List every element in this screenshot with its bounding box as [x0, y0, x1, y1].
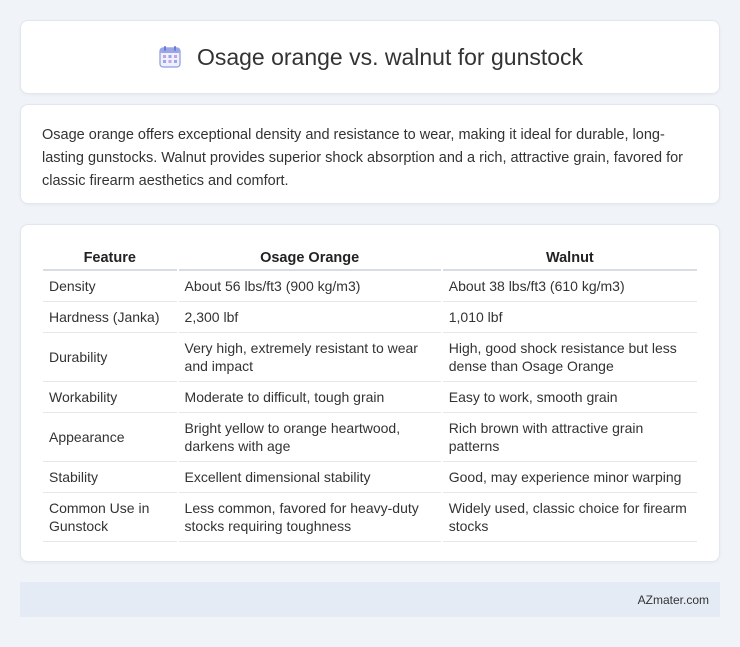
calendar-icon	[157, 44, 183, 70]
header-walnut: Walnut	[442, 244, 697, 271]
cell-osage: Less common, favored for heavy-duty stoc…	[178, 493, 441, 542]
cell-feature: Common Use in Gunstock	[43, 493, 177, 542]
table-row: Hardness (Janka) 2,300 lbf 1,010 lbf	[43, 302, 697, 333]
cell-osage: Moderate to difficult, tough grain	[178, 382, 441, 413]
cell-osage: Very high, extremely resistant to wear a…	[178, 333, 441, 382]
table-row: Common Use in Gunstock Less common, favo…	[43, 493, 697, 542]
page-title: Osage orange vs. walnut for gunstock	[196, 43, 584, 70]
cell-osage: Bright yellow to orange heartwood, darke…	[178, 413, 441, 462]
table-row: Stability Excellent dimensional stabilit…	[43, 462, 697, 493]
summary-card: Osage orange offers exceptional density …	[20, 104, 720, 204]
cell-walnut: Good, may experience minor warping	[442, 462, 697, 493]
table-row: Density About 56 lbs/ft3 (900 kg/m3) Abo…	[43, 271, 697, 302]
cell-osage: About 56 lbs/ft3 (900 kg/m3)	[178, 271, 441, 302]
footer: AZmater.com	[20, 582, 720, 617]
cell-walnut: 1,010 lbf	[442, 302, 697, 333]
title-card: Osage orange vs. walnut for gunstock	[20, 20, 720, 94]
cell-walnut: High, good shock resistance but less den…	[442, 333, 697, 382]
cell-feature: Density	[43, 271, 177, 302]
header-feature: Feature	[43, 244, 177, 271]
cell-feature: Durability	[43, 333, 177, 382]
cell-walnut: Rich brown with attractive grain pattern…	[442, 413, 697, 462]
cell-feature: Stability	[43, 462, 177, 493]
cell-osage: Excellent dimensional stability	[178, 462, 441, 493]
cell-walnut: About 38 lbs/ft3 (610 kg/m3)	[442, 271, 697, 302]
comparison-table-card: Feature Osage Orange Walnut Density Abou…	[20, 224, 720, 562]
table-row: Appearance Bright yellow to orange heart…	[43, 413, 697, 462]
cell-walnut: Widely used, classic choice for firearm …	[442, 493, 697, 542]
cell-feature: Workability	[43, 382, 177, 413]
cell-feature: Appearance	[43, 413, 177, 462]
table-row: Workability Moderate to difficult, tough…	[43, 382, 697, 413]
cell-osage: 2,300 lbf	[178, 302, 441, 333]
header-osage-orange: Osage Orange	[178, 244, 441, 271]
cell-feature: Hardness (Janka)	[43, 302, 177, 333]
footer-brand[interactable]: AZmater.com	[638, 593, 709, 607]
table-header-row: Feature Osage Orange Walnut	[43, 244, 697, 271]
comparison-table: Feature Osage Orange Walnut Density Abou…	[41, 244, 699, 542]
cell-walnut: Easy to work, smooth grain	[442, 382, 697, 413]
table-row: Durability Very high, extremely resistan…	[43, 333, 697, 382]
summary-text: Osage orange offers exceptional density …	[42, 127, 684, 189]
